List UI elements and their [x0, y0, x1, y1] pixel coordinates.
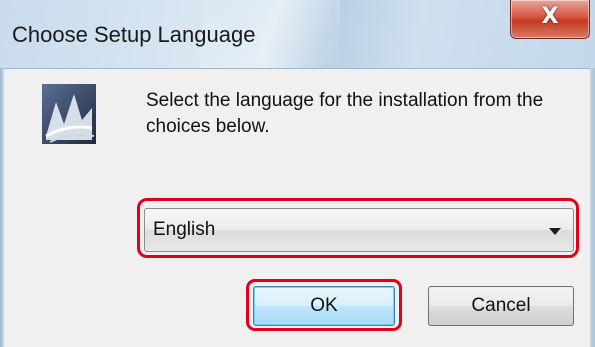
instruction-text: Select the language for the installation… — [146, 90, 544, 137]
dropdown-highlight-outline — [137, 198, 579, 258]
close-icon: X — [541, 4, 559, 29]
window-title: Choose Setup Language — [12, 22, 256, 47]
close-button[interactable]: X — [510, 0, 590, 39]
cancel-button[interactable]: Cancel — [428, 286, 574, 326]
title-bar[interactable]: Choose Setup Language — [0, 0, 595, 69]
setup-language-dialog: Choose Setup Language X Select the langu… — [0, 0, 595, 347]
installer-icon — [42, 84, 96, 144]
ok-highlight-outline — [246, 279, 402, 331]
window-frame-right — [590, 68, 595, 347]
